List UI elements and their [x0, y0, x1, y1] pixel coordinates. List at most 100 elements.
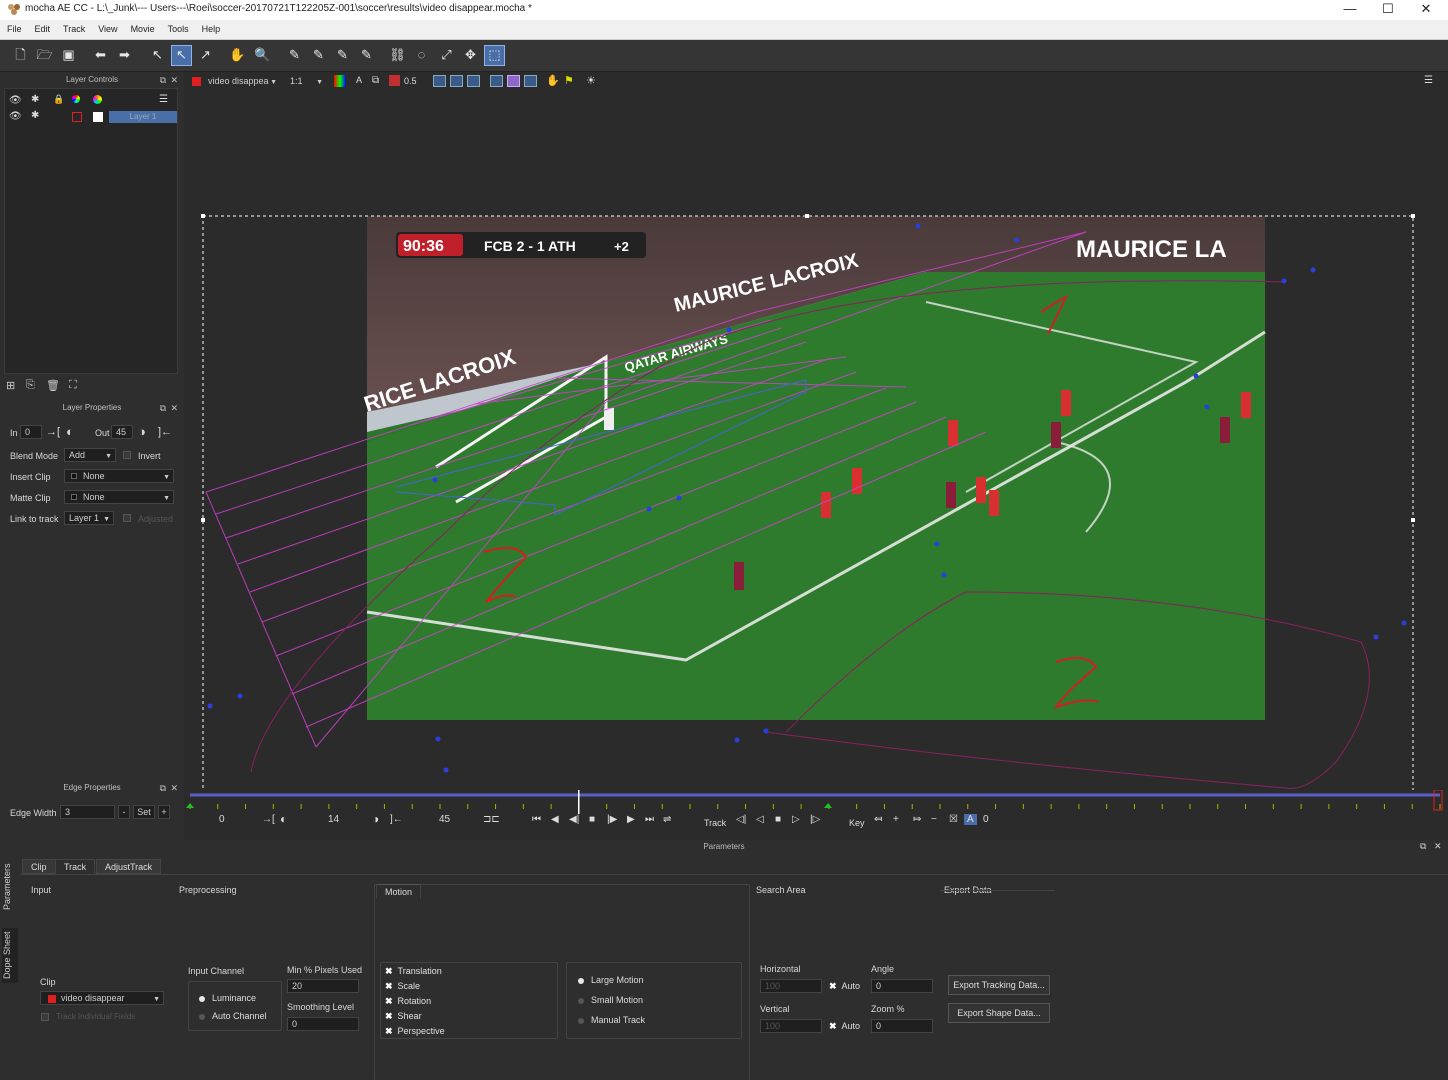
save-project-icon[interactable]: ▣ [59, 46, 78, 65]
menu-help[interactable]: Help [195, 20, 227, 34]
close-panel-icon[interactable]: ✕ [170, 781, 178, 795]
track-forward-icon[interactable]: |▷ [810, 814, 820, 825]
float-panel-icon[interactable]: ⧉ [1420, 841, 1426, 852]
go-out-point-icon[interactable]: ◑ [372, 812, 379, 826]
delete-layer-icon[interactable]: 🗑 [46, 379, 60, 392]
menu-view[interactable]: View [91, 20, 123, 34]
menu-edit[interactable]: Edit [28, 20, 57, 34]
translation-checkbox[interactable]: ✖ Translation [385, 966, 442, 977]
new-project-icon[interactable]: 🗋 [11, 46, 30, 65]
menu-file[interactable]: File [0, 20, 28, 34]
tab-track[interactable]: Track [55, 859, 96, 874]
menu-movie[interactable]: Movie [124, 20, 161, 34]
select-point-tool-icon[interactable]: ↗ [196, 46, 215, 65]
layer-menu-icon[interactable]: ☰ [159, 94, 168, 105]
invert-checkbox[interactable] [123, 451, 131, 459]
track-backward-icon[interactable]: ◁| [736, 814, 746, 825]
adjusted-checkbox[interactable] [123, 514, 131, 522]
layer-matte-swatch[interactable] [93, 112, 103, 122]
viewer[interactable]: 90:36 FCB 2 - 1 ATH +2 MAURICE LACROIX M… [186, 72, 1448, 790]
zoom-tool-icon[interactable]: 🔍 [253, 46, 272, 65]
delete-all-keys-icon[interactable]: ☒ [949, 814, 958, 825]
side-tab-parameters[interactable]: Parameters [2, 862, 18, 912]
create-bezier-icon[interactable]: ✎ [333, 46, 352, 65]
vertical-field[interactable]: 100 [760, 1019, 822, 1033]
set-out-icon[interactable]: ]← [158, 426, 172, 438]
luminance-radio[interactable]: Luminance [199, 993, 256, 1003]
play-icon[interactable]: ▶ [627, 814, 635, 825]
open-project-icon[interactable]: 🗁 [35, 46, 54, 65]
link-tool-icon[interactable]: ⛓ [388, 46, 407, 65]
autokey-icon[interactable]: A [964, 814, 977, 825]
min-pixels-field[interactable]: 20 [287, 979, 359, 993]
fit-layer-icon[interactable]: ⛶ [69, 379, 77, 392]
track-prev-frame-icon[interactable]: ◁ [756, 814, 764, 825]
stabilize-icon[interactable]: ✋ [546, 74, 560, 87]
scale-tool-icon[interactable]: ⤢ [437, 46, 456, 65]
next-key-icon[interactable]: ⤇ [913, 814, 921, 825]
show-splines-icon[interactable] [450, 75, 463, 87]
hand-tool-icon[interactable]: ✋ [228, 46, 247, 65]
loop-icon[interactable]: ⇌ [663, 814, 671, 825]
create-xspline-icon[interactable]: ✎ [285, 46, 304, 65]
layer-cog-icon[interactable]: ✱ [31, 110, 39, 121]
minimize-button[interactable]: — [1331, 0, 1369, 20]
in-field[interactable]: 0 [20, 425, 42, 439]
set-in-icon[interactable]: →[ [46, 426, 60, 438]
rect-spline-icon[interactable]: ◌ [412, 46, 431, 65]
layer-1-row[interactable]: Layer 1 [109, 111, 177, 123]
add-bezier-icon[interactable]: ✎ [357, 46, 376, 65]
horizontal-field[interactable]: 100 [760, 979, 822, 993]
edge-width-field[interactable]: 3 [60, 805, 115, 819]
menu-track[interactable]: Track [56, 20, 91, 34]
show-surface-icon[interactable] [490, 75, 503, 87]
menu-tools[interactable]: Tools [161, 20, 195, 34]
surface-tool-icon[interactable]: ⬚ [484, 45, 505, 66]
zoom-select[interactable]: 1:1 [286, 75, 326, 89]
viewer-canvas[interactable]: 90:36 FCB 2 - 1 ATH +2 MAURICE LACROIX M… [186, 72, 1448, 790]
maximize-button[interactable]: ☐ [1369, 0, 1407, 20]
set-out-point-icon[interactable]: ]← [390, 814, 403, 825]
go-out-icon[interactable]: ◑ [138, 424, 146, 439]
horizontal-auto-checkbox[interactable]: ✖ Auto [829, 981, 860, 992]
select-all-tool-icon[interactable]: ↖ [171, 45, 192, 66]
auto-channel-radio[interactable]: Auto Channel [199, 1011, 267, 1021]
edge-width-minus-button[interactable]: - [118, 805, 130, 819]
angle-field[interactable]: 0 [871, 979, 933, 993]
matte-clip-select[interactable]: None [64, 490, 174, 504]
overlay-icon[interactable]: ⧉ [372, 75, 379, 86]
go-last-frame-icon[interactable]: ⏭ [645, 814, 654, 825]
set-in-point-icon[interactable]: →[ [262, 814, 275, 825]
track-individual-checkbox[interactable] [41, 1013, 49, 1021]
reset-key-icon[interactable]: 0 [983, 814, 989, 825]
close-panel-icon[interactable]: ✕ [1434, 841, 1442, 852]
matte-opacity-value[interactable]: 0.5 [404, 76, 417, 86]
scale-checkbox[interactable]: ✖ Scale [385, 981, 420, 992]
undo-icon[interactable]: ⬅ [91, 46, 110, 65]
float-panel-icon[interactable]: ⧉ [160, 73, 166, 87]
show-layer-icon[interactable] [433, 75, 446, 87]
prev-key-icon[interactable]: ⤆ [874, 814, 882, 825]
blend-mode-select[interactable]: Add [64, 448, 116, 462]
track-next-frame-icon[interactable]: ▷ [792, 814, 800, 825]
duplicate-layer-icon[interactable]: ⎘ [26, 379, 35, 392]
show-planar-icon[interactable] [524, 75, 537, 87]
move-tool-icon[interactable]: ✥ [461, 46, 480, 65]
tab-clip[interactable]: Clip [22, 859, 56, 874]
close-button[interactable]: ✕ [1407, 0, 1445, 20]
edge-width-set-button[interactable]: Set [133, 805, 155, 819]
side-tab-dope-sheet[interactable]: Dope Sheet [2, 928, 18, 983]
add-xspline-icon[interactable]: ✎ [309, 46, 328, 65]
tab-adjust-track[interactable]: AdjustTrack [96, 859, 162, 874]
stop-icon[interactable]: ■ [589, 814, 595, 825]
layer-color-swatch[interactable] [72, 112, 82, 122]
smoothing-field[interactable]: 0 [287, 1017, 359, 1031]
close-panel-icon[interactable]: ✕ [170, 401, 178, 415]
track-stop-icon[interactable]: ■ [775, 814, 781, 825]
play-backward-icon[interactable]: ◀| [569, 814, 579, 825]
delete-key-icon[interactable]: − [931, 814, 937, 825]
export-tracking-data-button[interactable]: Export Tracking Data... [948, 975, 1050, 995]
vertical-auto-checkbox[interactable]: ✖ Auto [829, 1021, 860, 1032]
manual-track-radio[interactable]: Manual Track [578, 1015, 645, 1025]
show-grid-icon[interactable] [507, 75, 520, 87]
